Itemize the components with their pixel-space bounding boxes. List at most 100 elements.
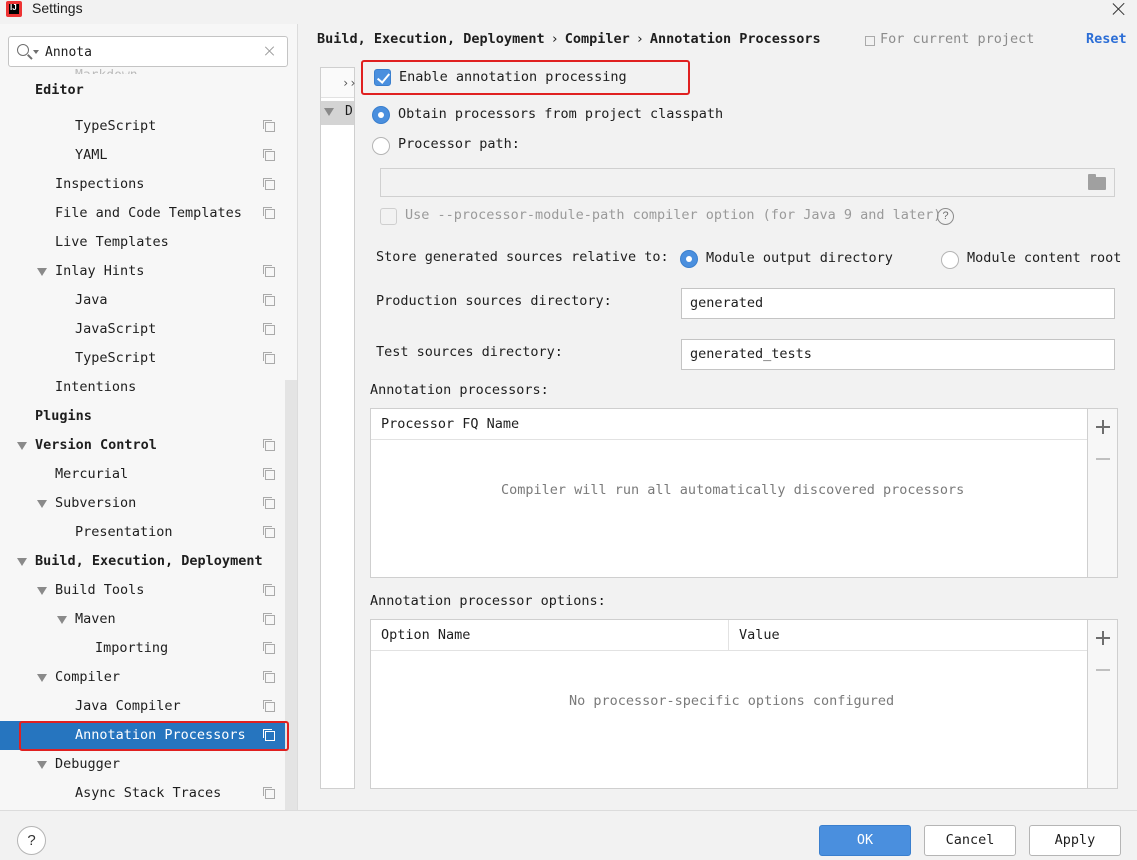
tree-item-java-compiler[interactable]: Java Compiler [0, 692, 297, 721]
processor-options-title: Annotation processor options: [370, 593, 606, 609]
tree-item-label: Compiler [55, 669, 121, 685]
project-scope-icon [865, 36, 875, 46]
tree-item-javascript[interactable]: JavaScript [0, 315, 297, 344]
tree-item-typescript[interactable]: TypeScript [0, 112, 297, 141]
tree-item-build-tools[interactable]: Build Tools [0, 576, 297, 605]
expand-chevron-icon[interactable] [37, 587, 47, 595]
search-icon[interactable] [17, 44, 29, 56]
sidebar-scrollbar[interactable] [285, 380, 297, 810]
tree-item-typescript-hints[interactable]: TypeScript [0, 344, 297, 373]
processor-path-label[interactable]: Processor path: [398, 136, 520, 152]
production-dir-input[interactable]: generated [681, 288, 1115, 319]
tree-item-build-execution-deployment[interactable]: Build, Execution, Deployment [0, 547, 297, 576]
ok-button[interactable]: OK [819, 825, 911, 856]
add-icon[interactable] [1096, 631, 1110, 645]
project-scope-icon [263, 294, 275, 306]
scope-label: For current project [880, 31, 1035, 47]
tree-item-debugger[interactable]: Debugger [0, 750, 297, 779]
tree-item-label: Maven [75, 611, 116, 627]
expand-chevron-icon[interactable] [17, 442, 27, 450]
annotation-processors-table[interactable]: Processor FQ Name Compiler will run all … [370, 408, 1088, 578]
remove-icon[interactable] [1096, 663, 1110, 677]
tree-item-label: Editor [35, 82, 84, 98]
window-title: Settings [32, 0, 83, 16]
breadcrumb: Build, Execution, Deployment › Compiler › An… [317, 31, 821, 47]
module-content-root-radio[interactable] [941, 251, 959, 269]
dialog-button-bar: ? OK Cancel Apply [0, 810, 1137, 860]
processor-module-path-label: Use --processor-module-path compiler opt… [405, 207, 942, 223]
processor-path-radio[interactable] [372, 137, 390, 155]
tree-item-label: Inspections [55, 176, 145, 192]
cancel-button[interactable]: Cancel [924, 825, 1016, 856]
obtain-from-classpath-radio[interactable] [372, 106, 390, 124]
tree-item-annotation-processors[interactable]: Annotation Processors [0, 721, 297, 750]
processor-module-path-checkbox[interactable] [380, 208, 397, 225]
tree-item-version-control[interactable]: Version Control [0, 431, 297, 460]
project-scope-icon [263, 787, 275, 799]
tree-item-label: Annotation Processors [75, 727, 246, 743]
tree-item-intentions[interactable]: Intentions [0, 373, 297, 402]
module-row-default[interactable]: D [321, 101, 354, 125]
search-history-chevron-icon[interactable] [33, 50, 39, 54]
expand-chevron-icon[interactable] [57, 616, 67, 624]
tree-item-subversion[interactable]: Subversion [0, 489, 297, 518]
module-content-root-label[interactable]: Module content root [967, 250, 1121, 266]
project-scope-icon [263, 120, 275, 132]
tree-item-file-code-templates[interactable]: File and Code Templates [0, 199, 297, 228]
tree-item-plugins[interactable]: Plugins [0, 402, 297, 431]
project-scope-icon [263, 671, 275, 683]
help-button[interactable]: ? [17, 826, 46, 855]
column-header-value[interactable]: Value [729, 620, 1087, 650]
expand-chevron-icon[interactable] [17, 558, 27, 566]
search-input[interactable] [45, 42, 265, 62]
tree-item-java[interactable]: Java [0, 286, 297, 315]
project-scope-icon [263, 439, 275, 451]
tree-item-maven[interactable]: Maven [0, 605, 297, 634]
store-generated-label: Store generated sources relative to: [376, 249, 669, 265]
tree-item-label: Plugins [35, 408, 92, 424]
breadcrumb-item: Build, Execution, Deployment [317, 31, 545, 47]
expand-chevron-icon[interactable] [37, 500, 47, 508]
settings-search[interactable] [8, 36, 288, 67]
expand-panel-icon[interactable]: ›› [342, 76, 356, 90]
tree-item-mercurial[interactable]: Mercurial [0, 460, 297, 489]
expand-chevron-icon[interactable] [37, 268, 47, 276]
module-output-directory-label[interactable]: Module output directory [706, 250, 893, 266]
module-output-directory-radio[interactable] [680, 250, 698, 268]
test-dir-input[interactable]: generated_tests [681, 339, 1115, 370]
expand-chevron-icon[interactable] [324, 108, 334, 116]
table-empty-text: No processor-specific options configured [569, 693, 895, 709]
help-icon[interactable]: ? [937, 208, 954, 225]
tree-item-label: Mercurial [55, 466, 129, 482]
browse-folder-icon[interactable] [1088, 174, 1106, 190]
obtain-from-classpath-label[interactable]: Obtain processors from project classpath [398, 106, 723, 122]
expand-chevron-icon[interactable] [37, 761, 47, 769]
enable-annotation-processing-label[interactable]: Enable annotation processing [399, 69, 627, 85]
reset-link[interactable]: Reset [1086, 31, 1127, 47]
column-header-processor-fq-name[interactable]: Processor FQ Name [371, 409, 1087, 439]
tree-item-editor[interactable]: Editor [0, 76, 297, 105]
column-header-option-name[interactable]: Option Name [371, 620, 729, 650]
project-scope-icon [263, 497, 275, 509]
processor-path-input[interactable] [380, 168, 1115, 197]
tree-item-presentation[interactable]: Presentation [0, 518, 297, 547]
expand-chevron-icon[interactable] [37, 674, 47, 682]
tree-item-live-templates[interactable]: Live Templates [0, 228, 297, 257]
processor-options-table[interactable]: Option Name Value No processor-specific … [370, 619, 1088, 789]
tree-item-label: Inlay Hints [55, 263, 145, 279]
module-row-label: D [345, 104, 353, 119]
tree-item-compiler[interactable]: Compiler [0, 663, 297, 692]
production-dir-label: Production sources directory: [376, 293, 612, 309]
tree-item-yaml[interactable]: YAML [0, 141, 297, 170]
close-window-button[interactable] [1111, 1, 1127, 17]
remove-icon[interactable] [1096, 452, 1110, 466]
tree-item-inspections[interactable]: Inspections [0, 170, 297, 199]
clear-search-icon[interactable] [263, 44, 277, 58]
apply-button[interactable]: Apply [1029, 825, 1121, 856]
enable-annotation-processing-checkbox[interactable] [374, 69, 391, 86]
tree-item-async-stack-traces[interactable]: Async Stack Traces [0, 779, 297, 808]
module-list-panel: ›› D [320, 67, 356, 789]
add-icon[interactable] [1096, 420, 1110, 434]
tree-item-importing[interactable]: Importing [0, 634, 297, 663]
tree-item-inlay-hints[interactable]: Inlay Hints [0, 257, 297, 286]
